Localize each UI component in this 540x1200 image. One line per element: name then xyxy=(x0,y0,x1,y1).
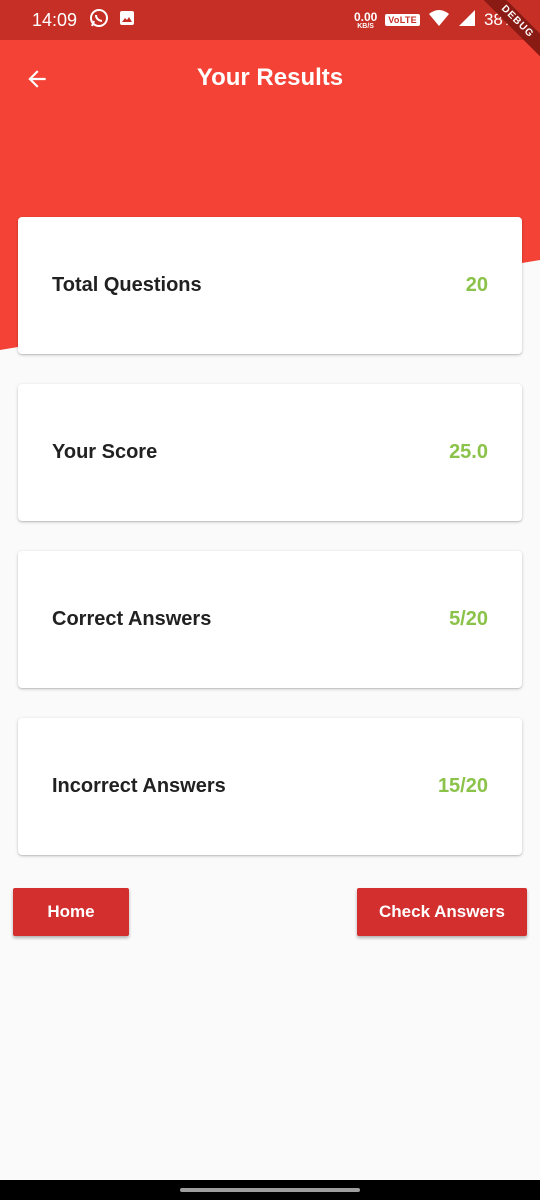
result-value: 25.0 xyxy=(449,441,488,463)
page-title: Your Results xyxy=(196,64,344,91)
system-nav-bar xyxy=(0,1180,540,1200)
result-label: Your Score xyxy=(52,441,158,463)
result-card-correct-answers: Correct Answers 5/20 xyxy=(18,551,522,688)
volte-badge: VoLTE xyxy=(385,14,420,26)
whatsapp-icon xyxy=(89,8,109,33)
wifi-icon xyxy=(428,9,450,32)
status-time: 14:09 xyxy=(32,9,78,30)
result-value: 5/20 xyxy=(449,608,488,630)
result-label: Correct Answers xyxy=(52,608,212,630)
home-indicator[interactable] xyxy=(180,1188,360,1192)
check-answers-button[interactable]: Check Answers xyxy=(357,888,527,936)
result-label: Total Questions xyxy=(52,274,202,296)
signal-icon xyxy=(458,9,476,32)
status-bar: 14:09 0.00 KB/S VoLTE 38% xyxy=(0,0,540,40)
image-icon xyxy=(119,10,135,31)
net-speed: 0.00 KB/S xyxy=(353,9,378,30)
result-label: Incorrect Answers xyxy=(52,775,226,797)
result-card-total-questions: Total Questions 20 xyxy=(18,217,522,354)
arrow-back-icon xyxy=(28,70,46,88)
result-value: 20 xyxy=(465,274,488,296)
home-button[interactable]: Home xyxy=(13,888,129,936)
back-button[interactable] xyxy=(18,60,56,98)
app-bar: Your Results xyxy=(0,40,540,116)
result-card-your-score: Your Score 25.0 xyxy=(18,384,522,521)
result-card-incorrect-answers: Incorrect Answers 15/20 xyxy=(18,718,522,855)
result-value: 15/20 xyxy=(437,775,488,797)
